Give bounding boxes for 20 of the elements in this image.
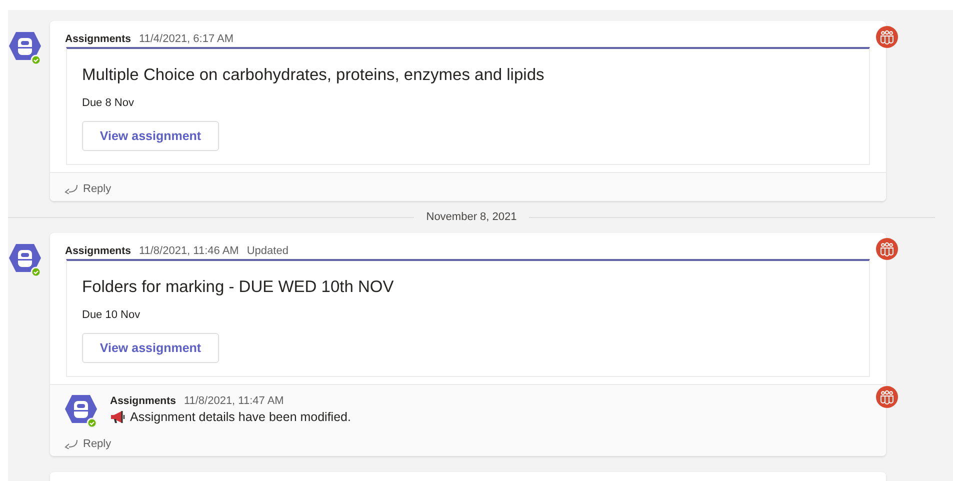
- reply-arrow-icon: [64, 184, 78, 194]
- assignment-title: Folders for marking - DUE WED 10th NOV: [82, 277, 395, 298]
- due-date: Due 10 Nov: [82, 308, 142, 322]
- timestamp: 11/8/2021, 11:46 AM: [138, 244, 239, 258]
- view-assignment-button[interactable]: View assignment: [82, 333, 219, 363]
- updated-label: Updated: [246, 244, 288, 258]
- megaphone-icon: [110, 410, 126, 424]
- backpack-avatar-icon: [64, 394, 98, 428]
- timestamp: 11/8/2021, 11:47 AM: [184, 394, 284, 408]
- assignment-title: Multiple Choice on carbohydrates, proteins, enzymes and lipids: [82, 65, 546, 86]
- sender-name: Assignments: [65, 32, 131, 46]
- due-date: Due 8 Nov: [82, 96, 135, 110]
- timestamp: 11/4/2021, 6:17 AM: [138, 32, 234, 46]
- reply-message: Assignment details have been modified.: [130, 410, 351, 424]
- reply-button[interactable]: Reply: [64, 181, 112, 197]
- reply-arrow-icon: [64, 439, 78, 449]
- sender-name: Assignments: [110, 394, 176, 408]
- sender-name: Assignments: [65, 244, 131, 258]
- reply-button[interactable]: Reply: [64, 436, 112, 452]
- view-assignment-button[interactable]: View assignment: [82, 121, 219, 151]
